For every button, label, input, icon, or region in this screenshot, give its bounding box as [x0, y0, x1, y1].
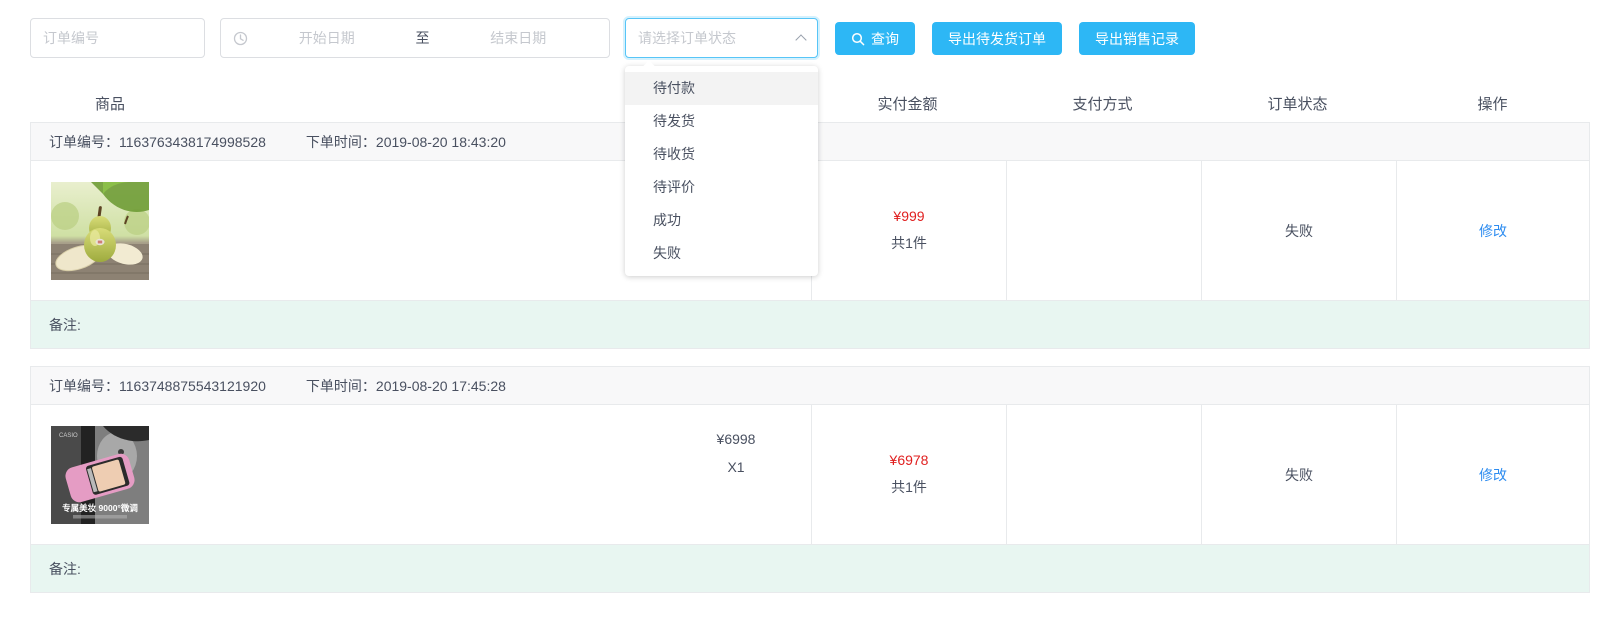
order-number-placeholder: 订单编号 [43, 28, 99, 48]
action-cell: 修改 [1396, 161, 1589, 300]
order-number-value: 1163763438174998528 [119, 134, 266, 150]
status-option-success[interactable]: 成功 [625, 204, 818, 237]
order-card-header: 订单编号：1163748875543121920 下单时间：2019-08-20… [31, 367, 1589, 405]
modify-link[interactable]: 修改 [1479, 465, 1507, 485]
order-remark-row: 备注: [31, 300, 1589, 348]
export-sales-records-button[interactable]: 导出销售记录 [1079, 22, 1195, 55]
column-header-order-status: 订单状态 [1200, 93, 1395, 114]
remark-label: 备注: [49, 559, 81, 579]
order-status-select[interactable]: 请选择订单状态 [625, 18, 818, 58]
order-status-option-list: 待付款 待发货 待收货 待评价 成功 失败 [625, 72, 818, 270]
pay-method-cell [1006, 161, 1201, 300]
order-status: 失败 [1285, 465, 1313, 485]
status-option-failed[interactable]: 失败 [625, 237, 818, 270]
search-button-label: 查询 [871, 29, 899, 49]
export-pending-shipment-button[interactable]: 导出待发货订单 [932, 22, 1062, 55]
order-number-label: 订单编号： [49, 132, 119, 152]
column-header-action: 操作 [1395, 93, 1590, 114]
status-option-pending-shipment[interactable]: 待发货 [625, 105, 818, 138]
start-date-input[interactable]: 开始日期 [248, 28, 406, 48]
order-time-label: 下单时间： [306, 376, 376, 396]
status-option-pending-review[interactable]: 待评价 [625, 171, 818, 204]
search-button[interactable]: 查询 [835, 22, 915, 55]
order-status-placeholder: 请选择订单状态 [638, 28, 736, 48]
order-number-label: 订单编号： [49, 376, 119, 396]
export-sales-records-label: 导出销售记录 [1095, 29, 1179, 49]
unit-price-quantity: ¥6998 X1 [661, 405, 811, 481]
pay-method-cell [1006, 405, 1201, 544]
date-range-picker[interactable]: 开始日期 至 结束日期 [220, 18, 610, 58]
paid-amount: ¥6978 [890, 452, 929, 468]
order-management-page: 订单编号 开始日期 至 结束日期 请选择订单状态 待付款 待 [0, 0, 1603, 621]
order-card: 订单编号：1163748875543121920 下单时间：2019-08-20… [30, 366, 1590, 593]
column-header-paid-amount: 实付金额 [810, 93, 1005, 114]
product-image-brand-text: CASIO [59, 433, 78, 439]
order-remark-row: 备注: [31, 544, 1589, 592]
date-range-separator: 至 [406, 28, 440, 48]
product-image-caption-text: 专属美妆 9000°微调 [62, 503, 138, 513]
dropdown-caret [643, 60, 654, 71]
paid-count: 共1件 [891, 477, 927, 497]
order-number-input[interactable]: 订单编号 [30, 18, 205, 58]
unit-price: ¥6998 [661, 425, 811, 453]
export-pending-shipment-label: 导出待发货订单 [948, 29, 1046, 49]
toolbar: 订单编号 开始日期 至 结束日期 请选择订单状态 待付款 待 [0, 0, 1603, 58]
order-time-label: 下单时间： [306, 132, 376, 152]
product-image-camera: CASIO 专属美妆 9000°微调 [51, 426, 149, 524]
order-number-value: 1163748875543121920 [119, 378, 266, 394]
action-cell: 修改 [1396, 405, 1589, 544]
chevron-up-icon [795, 34, 806, 45]
modify-link[interactable]: 修改 [1479, 221, 1507, 241]
order-status-dropdown: 待付款 待发货 待收货 待评价 成功 失败 [625, 66, 818, 276]
clock-icon [233, 31, 248, 46]
product-image-pear [51, 182, 149, 280]
order-status-select-wrap: 请选择订单状态 待付款 待发货 待收货 待评价 成功 失败 [625, 18, 818, 58]
order-status-cell: 失败 [1201, 405, 1396, 544]
end-date-input[interactable]: 结束日期 [440, 28, 598, 48]
paid-amount-cell: ¥6978 共1件 [811, 405, 1006, 544]
order-status-cell: 失败 [1201, 161, 1396, 300]
paid-count: 共1件 [891, 233, 927, 253]
status-option-pending-receipt[interactable]: 待收货 [625, 138, 818, 171]
product-cell: CASIO 专属美妆 9000°微调 ¥6998 X1 [31, 405, 811, 544]
search-icon [851, 32, 865, 46]
paid-amount: ¥999 [893, 208, 924, 224]
column-header-pay-method: 支付方式 [1005, 93, 1200, 114]
quantity: X1 [661, 453, 811, 481]
status-option-pending-payment[interactable]: 待付款 [625, 72, 818, 105]
paid-amount-cell: ¥999 共1件 [811, 161, 1006, 300]
order-time-value: 2019-08-20 17:45:28 [376, 378, 506, 394]
order-status: 失败 [1285, 221, 1313, 241]
remark-label: 备注: [49, 315, 81, 335]
order-row: CASIO 专属美妆 9000°微调 ¥6998 X1 ¥6978 共1件 失败 [31, 405, 1589, 544]
order-time-value: 2019-08-20 18:43:20 [376, 134, 506, 150]
